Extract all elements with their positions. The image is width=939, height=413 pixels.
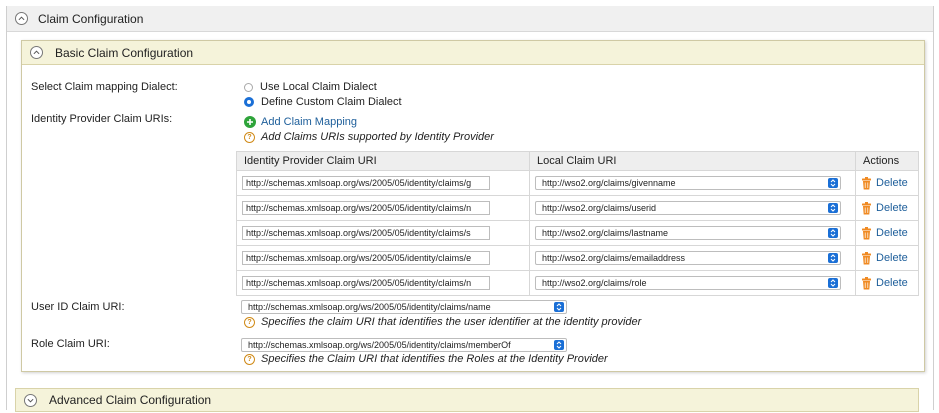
local-claim-uri-value: http://wso2.org/claims/givenname	[542, 178, 676, 188]
trash-icon	[862, 276, 871, 289]
help-icon: ?	[244, 131, 255, 143]
claim-configuration-title: Claim Configuration	[38, 11, 144, 26]
role-claim-uri-value: http://schemas.xmlsoap.org/ws/2005/05/id…	[248, 340, 511, 350]
column-header-local-uri: Local Claim URI	[529, 151, 856, 171]
local-claim-uri-select[interactable]: http://wso2.org/claims/givenname	[535, 176, 841, 190]
radio-custom-dialect-label: Define Custom Claim Dialect	[261, 96, 402, 108]
table-row: http://schemas.xmlsoap.org/ws/2005/05/id…	[236, 270, 919, 296]
basic-claim-configuration-header[interactable]: Basic Claim Configuration	[22, 41, 924, 65]
local-claim-uri-select[interactable]: http://wso2.org/claims/lastname	[535, 226, 841, 240]
user-id-claim-uri-label: User ID Claim URI:	[31, 301, 125, 313]
claim-configuration-panel: Claim Configuration Basic Claim Configur…	[6, 6, 934, 412]
chevron-up-icon[interactable]	[30, 46, 43, 59]
basic-claim-configuration-panel: Basic Claim Configuration Select Claim m…	[21, 40, 925, 372]
table-row: http://schemas.xmlsoap.org/ws/2005/05/id…	[236, 170, 919, 196]
delete-label: Delete	[876, 227, 908, 239]
table-row: http://schemas.xmlsoap.org/ws/2005/05/id…	[236, 245, 919, 271]
dialect-option-custom[interactable]: Define Custom Claim Dialect	[244, 96, 402, 108]
select-arrows-icon	[828, 203, 838, 213]
select-arrows-icon	[828, 228, 838, 238]
delete-label: Delete	[876, 202, 908, 214]
user-id-help-text: Specifies the claim URI that identifies …	[261, 316, 642, 328]
select-arrows-icon	[828, 178, 838, 188]
idp-claim-uri-input[interactable]: http://schemas.xmlsoap.org/ws/2005/05/id…	[242, 201, 490, 215]
advanced-claim-configuration-title: Advanced Claim Configuration	[49, 393, 212, 407]
delete-button[interactable]: Delete	[861, 226, 918, 240]
column-header-idp-uri: Identity Provider Claim URI	[236, 151, 530, 171]
idp-claim-uri-input[interactable]: http://schemas.xmlsoap.org/ws/2005/05/id…	[242, 226, 490, 240]
help-icon: ?	[244, 316, 255, 328]
idp-claim-uris-label: Identity Provider Claim URIs:	[31, 113, 173, 125]
local-claim-uri-value: http://wso2.org/claims/lastname	[542, 228, 669, 238]
delete-label: Delete	[876, 177, 908, 189]
delete-label: Delete	[876, 277, 908, 289]
trash-icon	[862, 176, 871, 189]
trash-icon	[862, 201, 871, 214]
plus-circle-icon	[244, 116, 256, 128]
advanced-claim-configuration-header[interactable]: Advanced Claim Configuration	[15, 388, 919, 412]
select-arrows-icon	[554, 302, 564, 312]
user-id-claim-uri-value: http://schemas.xmlsoap.org/ws/2005/05/id…	[248, 302, 491, 312]
delete-label: Delete	[876, 252, 908, 264]
local-claim-uri-value: http://wso2.org/claims/role	[542, 278, 647, 288]
local-claim-uri-value: http://wso2.org/claims/userid	[542, 203, 657, 213]
radio-local-dialect[interactable]	[244, 82, 253, 92]
dialect-option-local[interactable]: Use Local Claim Dialect	[244, 81, 377, 93]
role-help-text: Specifies the Claim URI that identifies …	[261, 353, 608, 365]
local-claim-uri-value: http://wso2.org/claims/emailaddress	[542, 253, 686, 263]
chevron-up-icon[interactable]	[15, 12, 28, 25]
radio-local-dialect-label: Use Local Claim Dialect	[260, 81, 377, 93]
radio-custom-dialect[interactable]	[244, 97, 254, 107]
chevron-down-icon[interactable]	[24, 393, 37, 407]
local-claim-uri-select[interactable]: http://wso2.org/claims/userid	[535, 201, 841, 215]
role-claim-uri-label: Role Claim URI:	[31, 338, 110, 350]
delete-button[interactable]: Delete	[861, 201, 918, 215]
delete-button[interactable]: Delete	[861, 251, 918, 265]
idp-claim-uri-input[interactable]: http://schemas.xmlsoap.org/ws/2005/05/id…	[242, 276, 490, 290]
select-arrows-icon	[828, 278, 838, 288]
role-help: ? Specifies the Claim URI that identifie…	[244, 353, 608, 365]
column-header-actions: Actions	[855, 151, 919, 171]
select-arrows-icon	[828, 253, 838, 263]
trash-icon	[862, 226, 871, 239]
help-icon: ?	[244, 353, 255, 365]
delete-button[interactable]: Delete	[861, 276, 918, 290]
select-arrows-icon	[554, 340, 564, 350]
user-id-claim-uri-select[interactable]: http://schemas.xmlsoap.org/ws/2005/05/id…	[241, 300, 567, 314]
local-claim-uri-select[interactable]: http://wso2.org/claims/role	[535, 276, 841, 290]
idp-claims-help: ? Add Claims URIs supported by Identity …	[244, 131, 494, 143]
role-claim-uri-select[interactable]: http://schemas.xmlsoap.org/ws/2005/05/id…	[241, 338, 567, 352]
add-claim-mapping-label: Add Claim Mapping	[261, 116, 357, 128]
delete-button[interactable]: Delete	[861, 176, 918, 190]
user-id-help: ? Specifies the claim URI that identifie…	[244, 316, 641, 328]
idp-claim-uri-input[interactable]: http://schemas.xmlsoap.org/ws/2005/05/id…	[242, 251, 490, 265]
table-row: http://schemas.xmlsoap.org/ws/2005/05/id…	[236, 220, 919, 246]
dialect-label: Select Claim mapping Dialect:	[31, 81, 178, 93]
table-header-row: Identity Provider Claim URI Local Claim …	[236, 151, 919, 171]
local-claim-uri-select[interactable]: http://wso2.org/claims/emailaddress	[535, 251, 841, 265]
table-row: http://schemas.xmlsoap.org/ws/2005/05/id…	[236, 195, 919, 221]
claim-mapping-table: Identity Provider Claim URI Local Claim …	[236, 151, 919, 296]
basic-claim-configuration-title: Basic Claim Configuration	[55, 45, 194, 60]
idp-claim-uri-input[interactable]: http://schemas.xmlsoap.org/ws/2005/05/id…	[242, 176, 490, 190]
claim-configuration-header[interactable]: Claim Configuration	[7, 6, 933, 32]
idp-claims-help-text: Add Claims URIs supported by Identity Pr…	[261, 131, 494, 143]
add-claim-mapping-link[interactable]: Add Claim Mapping	[244, 116, 357, 128]
trash-icon	[862, 251, 871, 264]
